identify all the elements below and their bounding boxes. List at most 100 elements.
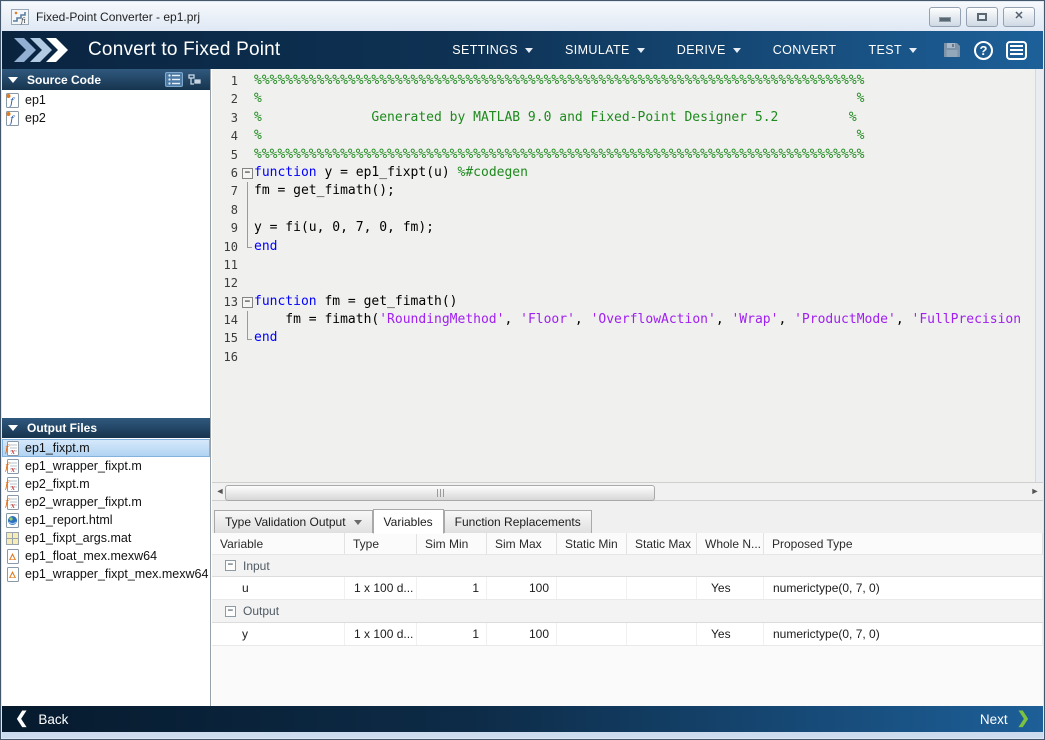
svg-text:x: x [11, 484, 15, 492]
menu-simulate[interactable]: SIMULATE [565, 43, 645, 57]
footer-nav: ❮ Back Next ❯ [2, 706, 1043, 732]
variables-table-body: −Inputu1 x 100 d...1100Yesnumerictype(0,… [212, 554, 1043, 706]
minimize-button[interactable] [929, 7, 961, 27]
dropdown-caret-icon [637, 48, 645, 53]
menu-settings[interactable]: SETTINGS [452, 43, 533, 57]
output-file-label: ep2_wrapper_fixpt.m [25, 495, 142, 509]
cell-sim-min: 1 [417, 577, 487, 599]
line-number: 8 [212, 201, 241, 219]
output-file-item[interactable]: ep1_wrapper_fixpt_mex.mexw64 [2, 565, 210, 583]
output-file-item[interactable]: fxep1_wrapper_fixpt.m [2, 457, 210, 475]
code-line: 11 [212, 256, 1043, 274]
cell-sim-min: 1 [417, 623, 487, 645]
code-segment: %#codegen [458, 165, 528, 180]
column-header-static-min[interactable]: Static Min [557, 533, 627, 554]
cell-static-min [557, 623, 627, 645]
collapse-box-icon[interactable]: − [225, 560, 236, 571]
output-file-item[interactable]: fxep2_fixpt.m [2, 475, 210, 493]
code-fold-toggle[interactable] [241, 293, 254, 311]
menu-label: TEST [868, 43, 902, 57]
code-line: 6function y = ep1_fixpt(u) %#codegen [212, 164, 1043, 182]
code-line: 4% % [212, 127, 1043, 145]
output-files-panel-header[interactable]: Output Files [2, 418, 210, 438]
menu-label: SIMULATE [565, 43, 630, 57]
code-line: 7fm = get_fimath(); [212, 182, 1043, 200]
output-file-item[interactable]: ep1_report.html [2, 511, 210, 529]
output-file-label: ep1_float_mex.mexw64 [25, 549, 157, 563]
horizontal-scrollbar[interactable]: ◄ ► [212, 482, 1043, 501]
output-file-item[interactable]: ep1_float_mex.mexw64 [2, 547, 210, 565]
collapse-triangle-icon[interactable] [8, 77, 18, 83]
tab-function-replacements[interactable]: Function Replacements [444, 510, 592, 533]
sidebar: Source Code fep1fep2 Output Files fxep1_… [2, 69, 211, 706]
app-window: fi Fixed-Point Converter - ep1.prj ✕ Con… [0, 0, 1045, 740]
code-segment: fm = fimath( [254, 312, 379, 327]
column-header-variable[interactable]: Variable [212, 533, 345, 554]
html-file-icon [5, 513, 20, 528]
title-bar: fi Fixed-Point Converter - ep1.prj ✕ [2, 2, 1043, 31]
code-segment: y = fi(u, 0, 7, 0, fm); [254, 220, 434, 235]
source-code-panel-title: Source Code [27, 73, 101, 87]
menu-convert[interactable]: CONVERT [773, 43, 837, 57]
code-segment: % Generated by MATLAB 9.0 and Fixed-Poin… [254, 110, 857, 125]
tab-dropdown-caret-icon[interactable] [354, 520, 362, 525]
code-fold-guide [241, 219, 254, 237]
back-chevron-icon[interactable]: ❮ [15, 711, 28, 727]
tab-variables[interactable]: Variables [373, 509, 444, 534]
column-header-type[interactable]: Type [345, 533, 417, 554]
code-fold-toggle[interactable] [241, 164, 254, 182]
output-file-label: ep1_report.html [25, 513, 113, 527]
menu-label: CONVERT [773, 43, 837, 57]
line-number: 7 [212, 182, 241, 200]
mex-file-icon [5, 549, 20, 564]
save-icon[interactable] [943, 41, 961, 59]
code-segment: , [778, 312, 794, 327]
scroll-right-arrow-icon[interactable]: ► [1028, 485, 1042, 498]
code-line: 10end [212, 238, 1043, 256]
column-header-static-max[interactable]: Static Max [627, 533, 697, 554]
table-row[interactable]: u1 x 100 d...1100Yesnumerictype(0, 7, 0) [212, 577, 1043, 600]
output-file-item[interactable]: fxep1_fixpt.m [2, 439, 210, 457]
output-file-item[interactable]: ep1_fixpt_args.mat [2, 529, 210, 547]
source-file-item[interactable]: fep1 [2, 91, 210, 109]
collapse-box-icon[interactable]: − [225, 606, 236, 617]
code-segment: % % [254, 128, 864, 143]
code-fold-guide [241, 146, 254, 164]
code-segment: 'ProductMode' [794, 312, 896, 327]
code-segment: 'Wrap' [731, 312, 778, 327]
code-fold-guide [241, 201, 254, 219]
bottom-panel-tabs: Type Validation OutputVariablesFunction … [212, 508, 1043, 534]
vertical-scrollbar[interactable] [1035, 69, 1043, 482]
group-row-input[interactable]: −Input [212, 554, 1043, 577]
back-button[interactable]: Back [38, 712, 68, 727]
source-file-item[interactable]: fep2 [2, 109, 210, 127]
main-area: 1%%%%%%%%%%%%%%%%%%%%%%%%%%%%%%%%%%%%%%%… [212, 69, 1043, 706]
scrollbar-thumb[interactable] [225, 485, 655, 501]
line-number: 1 [212, 72, 241, 90]
maximize-button[interactable] [966, 7, 998, 27]
next-button[interactable]: Next ❯ [980, 711, 1030, 727]
source-code-panel-header[interactable]: Source Code [2, 69, 210, 90]
table-row[interactable]: y1 x 100 d...1100Yesnumerictype(0, 7, 0) [212, 623, 1043, 646]
tab-type-validation-output[interactable]: Type Validation Output [214, 510, 373, 533]
mfile-file-icon: fx [5, 459, 20, 474]
toolbar-icons: ? [943, 41, 1031, 60]
menu-derive[interactable]: DERIVE [677, 43, 741, 57]
close-button[interactable]: ✕ [1003, 7, 1035, 27]
column-header-sim-min[interactable]: Sim Min [417, 533, 487, 554]
tree-view-icon[interactable] [186, 72, 204, 87]
column-header-sim-max[interactable]: Sim Max [487, 533, 557, 554]
list-view-icon[interactable] [165, 72, 183, 87]
group-row-output[interactable]: −Output [212, 600, 1043, 623]
window-frame-bottom [2, 732, 1043, 738]
collapse-triangle-icon[interactable] [8, 425, 18, 431]
column-header-whole-n-[interactable]: Whole N... [697, 533, 764, 554]
menu-icon[interactable] [1006, 41, 1027, 60]
cell-whole-n-: Yes [697, 623, 764, 645]
code-editor[interactable]: 1%%%%%%%%%%%%%%%%%%%%%%%%%%%%%%%%%%%%%%%… [212, 69, 1043, 482]
menu-test[interactable]: TEST [868, 43, 917, 57]
help-icon[interactable]: ? [974, 41, 993, 60]
dropdown-caret-icon [525, 48, 533, 53]
column-header-proposed-type[interactable]: Proposed Type [764, 533, 1043, 554]
output-file-item[interactable]: fxep2_wrapper_fixpt.m [2, 493, 210, 511]
